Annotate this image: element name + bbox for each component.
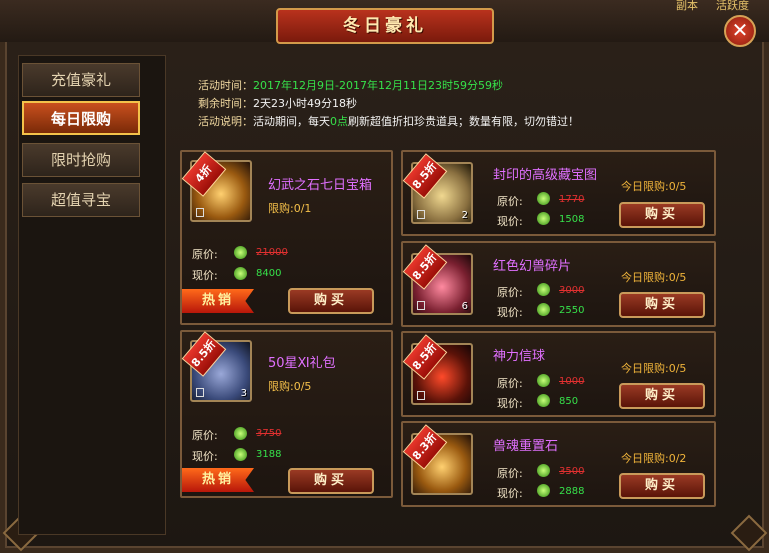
- original-price: 3000: [559, 285, 585, 296]
- time-label: 活动时间：: [198, 79, 253, 92]
- buy-button[interactable]: 购买: [619, 383, 705, 409]
- bound-icon: [196, 208, 204, 217]
- top-link-dungeon[interactable]: 副本: [676, 0, 698, 12]
- remain-label: 剩余时间：: [198, 97, 253, 110]
- bound-icon: [417, 301, 425, 310]
- discount-badge: 8.5折: [402, 244, 448, 290]
- purchase-limit: 限购:0/5: [268, 380, 312, 393]
- item-icon-divine-orb[interactable]: 8.5折: [402, 334, 473, 405]
- activity-info: 活动时间：2017年12月9日-2017年12月11日23时59分59秒 剩余时…: [198, 77, 718, 131]
- item-name: 封印的高级藏宝图: [493, 168, 598, 183]
- gem-icon: [537, 212, 550, 225]
- purchase-limit: 限购:0/1: [268, 202, 312, 215]
- gem-icon: [234, 267, 247, 280]
- item-name: 50星Ⅺ礼包: [268, 356, 336, 371]
- gem-icon: [537, 484, 550, 497]
- current-price: 3188: [256, 449, 282, 460]
- desc-text-post: 刷新超值折扣珍贵道具；数量有限，切勿错过！: [348, 115, 579, 128]
- current-price-label: 现价:: [497, 306, 523, 319]
- original-price: 3500: [559, 466, 585, 477]
- current-price: 850: [559, 396, 579, 407]
- original-price-label: 原价:: [497, 467, 523, 480]
- original-price: 21000: [256, 247, 288, 258]
- bound-icon: [417, 210, 425, 219]
- current-price: 8400: [256, 268, 282, 279]
- current-price-label: 现价:: [497, 397, 523, 410]
- gem-icon: [234, 448, 247, 461]
- discount-badge: 8.3折: [402, 424, 448, 470]
- item-name: 兽魂重置石: [493, 439, 559, 454]
- sidebar-item-treasure-hunt[interactable]: 超值寻宝: [22, 183, 140, 217]
- gem-icon: [537, 283, 550, 296]
- sidebar-item-recharge-gift[interactable]: 充值豪礼: [22, 63, 140, 97]
- bound-icon: [417, 391, 425, 400]
- item-card: 8.5折 神力信球 今日限购:0/5 原价: 1000 现价: 850 购买: [401, 331, 716, 417]
- original-price-label: 原价:: [497, 286, 523, 299]
- close-button[interactable]: ✕: [724, 15, 756, 47]
- desc-text-highlight: 0点: [330, 115, 348, 128]
- current-price: 2888: [559, 486, 585, 497]
- buy-button[interactable]: 购买: [619, 473, 705, 499]
- item-icon-chest[interactable]: 4折: [181, 151, 252, 222]
- buy-button[interactable]: 购买: [619, 292, 705, 318]
- item-card: 8.5折 6 红色幻兽碎片 今日限购:0/5 原价: 3000 现价: 2550…: [401, 241, 716, 327]
- window-title: 冬日豪礼: [276, 8, 494, 44]
- daily-limit: 今日限购:0/5: [621, 180, 687, 193]
- gem-icon: [537, 464, 550, 477]
- sidebar-item-flash-sale[interactable]: 限时抢购: [22, 143, 140, 177]
- daily-limit: 今日限购:0/5: [621, 271, 687, 284]
- original-price-label: 原价:: [497, 377, 523, 390]
- current-price-label: 现价:: [192, 450, 218, 463]
- current-price-label: 现价:: [192, 269, 218, 282]
- discount-badge: 4折: [181, 151, 227, 197]
- current-price-label: 现价:: [497, 487, 523, 500]
- buy-button[interactable]: 购买: [288, 468, 374, 494]
- daily-limit: 今日限购:0/5: [621, 362, 687, 375]
- buy-button[interactable]: 购买: [619, 202, 705, 228]
- top-link-activity[interactable]: 活跃度: [716, 0, 749, 12]
- desc-label: 活动说明：: [198, 115, 253, 128]
- gem-icon: [537, 394, 550, 407]
- original-price: 1000: [559, 376, 585, 387]
- stack-count: 6: [461, 301, 468, 312]
- original-price-label: 原价:: [497, 195, 523, 208]
- item-icon-beast-shard[interactable]: 8.5折 6: [402, 244, 473, 315]
- item-name: 红色幻兽碎片: [493, 259, 572, 274]
- current-price: 2550: [559, 305, 585, 316]
- item-card: 4折 幻武之石七日宝箱 限购:0/1 原价: 21000 现价: 8400 热销…: [180, 150, 393, 325]
- item-card: 8.5折 3 50星Ⅺ礼包 限购:0/5 原价: 3750 现价: 3188 热…: [180, 330, 393, 498]
- discount-badge: 8.5折: [181, 331, 227, 377]
- item-icon-soul-reset-stone[interactable]: 8.3折: [402, 424, 473, 495]
- item-card: 8.3折 兽魂重置石 今日限购:0/2 原价: 3500 现价: 2888 购买: [401, 421, 716, 507]
- gem-icon: [537, 192, 550, 205]
- item-name: 幻武之石七日宝箱: [268, 178, 373, 193]
- stack-count: 3: [240, 388, 247, 399]
- discount-badge: 8.5折: [402, 334, 448, 380]
- item-icon-gift-pack[interactable]: 8.5折 3: [181, 331, 252, 402]
- discount-badge: 8.5折: [402, 153, 448, 199]
- current-price-label: 现价:: [497, 215, 523, 228]
- buy-button[interactable]: 购买: [288, 288, 374, 314]
- desc-text-pre: 活动期间，每天: [253, 115, 330, 128]
- item-card: 8.5折 2 封印的高级藏宝图 今日限购:0/5 原价: 1770 现价: 15…: [401, 150, 716, 236]
- gem-icon: [537, 374, 550, 387]
- gem-icon: [537, 303, 550, 316]
- daily-limit: 今日限购:0/2: [621, 452, 687, 465]
- item-icon-treasure-map[interactable]: 8.5折 2: [402, 153, 473, 224]
- hot-sale-badge: 热销: [182, 468, 254, 492]
- original-price: 3750: [256, 428, 282, 439]
- item-name: 神力信球: [493, 349, 546, 364]
- original-price-label: 原价:: [192, 248, 218, 261]
- sidebar-item-daily-limit[interactable]: 每日限购: [22, 101, 140, 135]
- remain-value: 2天23小时49分18秒: [253, 97, 357, 110]
- gem-icon: [234, 246, 247, 259]
- time-value: 2017年12月9日-2017年12月11日23时59分59秒: [253, 79, 503, 92]
- stack-count: 2: [461, 210, 468, 221]
- bound-icon: [196, 388, 204, 397]
- original-price: 1770: [559, 194, 585, 205]
- current-price: 1508: [559, 214, 585, 225]
- gem-icon: [234, 427, 247, 440]
- hot-sale-badge: 热销: [182, 289, 254, 313]
- original-price-label: 原价:: [192, 429, 218, 442]
